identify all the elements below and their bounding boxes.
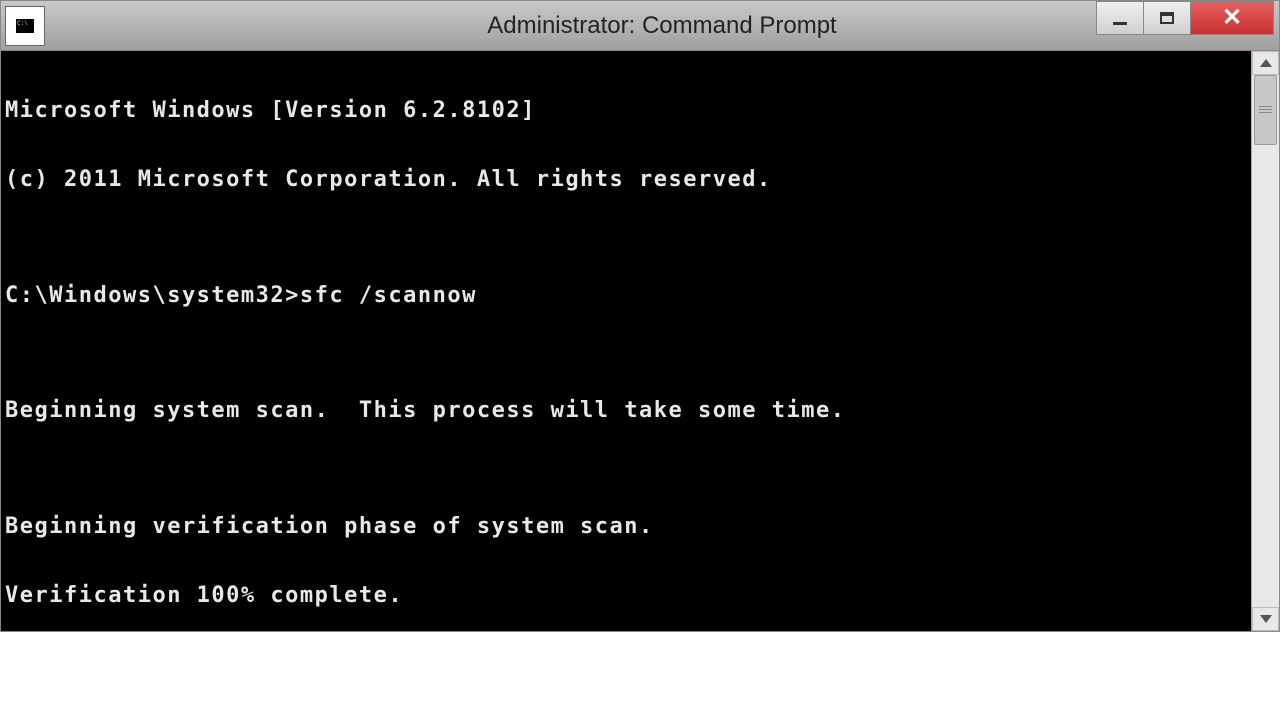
close-icon: ✕	[1222, 6, 1242, 30]
minimize-button[interactable]	[1096, 1, 1144, 35]
window-controls: ✕	[1097, 1, 1274, 39]
titlebar[interactable]: Administrator: Command Prompt ✕	[1, 1, 1279, 51]
system-menu-icon[interactable]	[5, 6, 45, 46]
console-line: Beginning system scan. This process will…	[5, 399, 1247, 422]
scrollbar-thumb[interactable]	[1254, 75, 1277, 145]
console-line: Beginning verification phase of system s…	[5, 515, 1247, 538]
window-title: Administrator: Command Prompt	[45, 12, 1279, 40]
console-output[interactable]: Microsoft Windows [Version 6.2.8102] (c)…	[1, 51, 1251, 631]
scroll-up-button[interactable]	[1252, 51, 1279, 75]
command-prompt-window: Administrator: Command Prompt ✕ Microsof…	[0, 0, 1280, 632]
console-line: Microsoft Windows [Version 6.2.8102]	[5, 99, 1247, 122]
close-button[interactable]: ✕	[1190, 1, 1274, 35]
maximize-icon	[1160, 12, 1174, 24]
console-line: C:\Windows\system32>sfc /scannow	[5, 284, 1247, 307]
chevron-down-icon	[1260, 615, 1272, 623]
maximize-button[interactable]	[1143, 1, 1191, 35]
client-area: Microsoft Windows [Version 6.2.8102] (c)…	[1, 51, 1279, 631]
vertical-scrollbar[interactable]	[1251, 51, 1279, 631]
console-line: Verification 100% complete.	[5, 584, 1247, 607]
minimize-icon	[1113, 22, 1127, 25]
console-line: (c) 2011 Microsoft Corporation. All righ…	[5, 168, 1247, 191]
chevron-up-icon	[1260, 59, 1272, 67]
scrollbar-track[interactable]	[1252, 75, 1279, 607]
scroll-down-button[interactable]	[1252, 607, 1279, 631]
